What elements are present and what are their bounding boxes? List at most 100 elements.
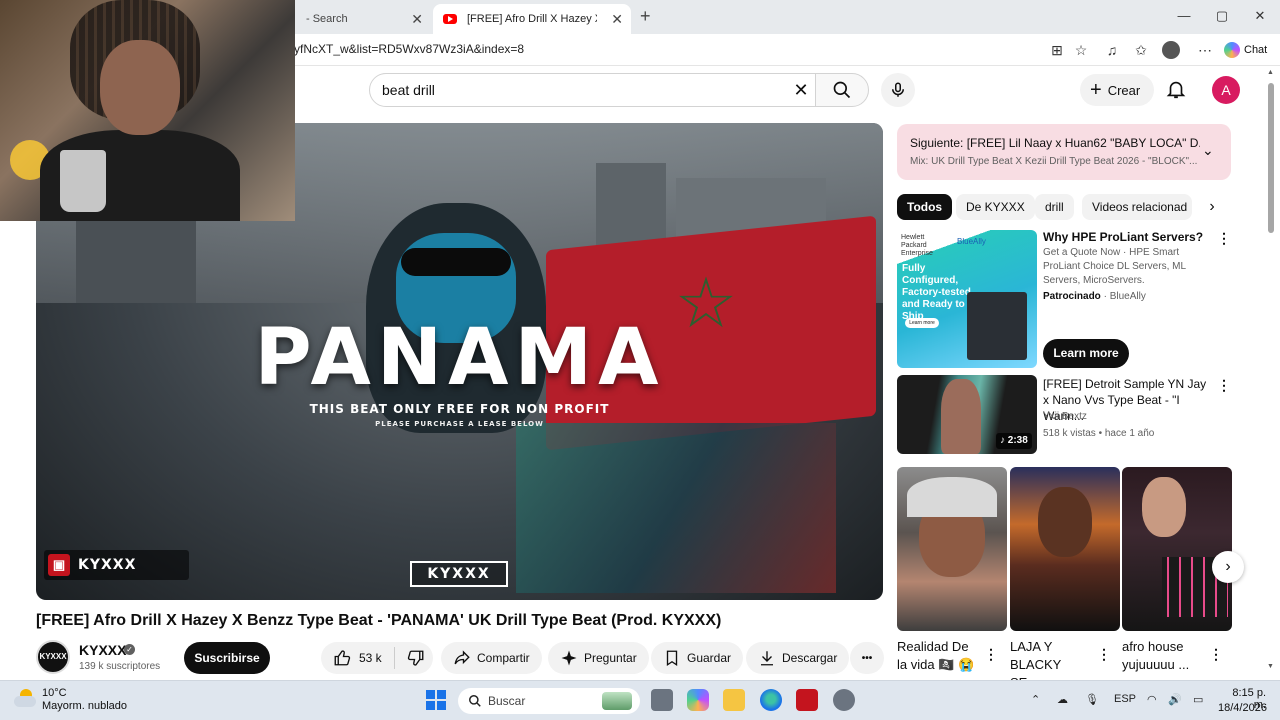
- search-button[interactable]: [815, 73, 869, 107]
- scrollbar-thumb[interactable]: [1268, 83, 1274, 233]
- chip-todos[interactable]: Todos: [897, 194, 953, 220]
- short-title[interactable]: afro house yujuuuuu ...: [1122, 638, 1204, 674]
- channel-logo-icon: ▣: [48, 554, 70, 576]
- profile-icon[interactable]: [1162, 41, 1180, 59]
- weather-temperature[interactable]: 10°C: [42, 687, 67, 699]
- volume-icon[interactable]: 🔊: [1168, 693, 1182, 706]
- weather-icon[interactable]: [14, 689, 36, 709]
- close-icon[interactable]: ✕: [790, 79, 812, 101]
- video-overlay-line: THIS BEAT ONLY FREE FOR NON PROFIT: [309, 402, 610, 416]
- battery-icon[interactable]: ▭: [1193, 693, 1203, 706]
- create-button[interactable]: + Crear: [1080, 74, 1154, 106]
- notifications-button[interactable]: [1165, 78, 1189, 102]
- ask-label: Preguntar: [584, 651, 637, 665]
- like-count: 53 k: [359, 651, 382, 665]
- search-highlight-icon: [602, 692, 632, 710]
- download-button[interactable]: Descargar: [746, 642, 850, 674]
- create-label: Crear: [1107, 82, 1141, 98]
- more-options-icon[interactable]: ⋮: [1096, 645, 1112, 663]
- tab-label: [FREE] Afro Drill X Hazey X Be: [467, 13, 597, 25]
- copilot-icon: [1224, 42, 1240, 58]
- download-icon: [761, 651, 773, 666]
- tab-youtube-video[interactable]: [FREE] Afro Drill X Hazey X Be ✕: [433, 4, 631, 34]
- edge-browser-icon[interactable]: [760, 689, 782, 711]
- cup-graphic: [60, 150, 106, 212]
- ad-sponsor-line: Patrocinado · BlueAlly: [1043, 291, 1146, 302]
- short-thumbnail[interactable]: [1010, 467, 1120, 631]
- save-label: Guardar: [687, 651, 732, 665]
- more-options-icon[interactable]: ⋮: [1216, 376, 1232, 394]
- cloud-icon[interactable]: ☁: [1057, 693, 1068, 706]
- video-overlay-subline: PLEASE PURCHASE A LEASE BELOW: [375, 420, 544, 428]
- video-channel[interactable]: Yxii Bextz: [1043, 411, 1087, 422]
- more-tools-icon[interactable]: ⋯: [1196, 41, 1214, 59]
- account-avatar[interactable]: A: [1212, 76, 1240, 104]
- taskbar-search-input[interactable]: Buscar: [458, 688, 640, 714]
- page-scrollbar[interactable]: ▲ ▼: [1266, 67, 1276, 680]
- chip-de-kyxxx[interactable]: De KYXXX: [956, 194, 1035, 220]
- mcafee-icon[interactable]: [796, 689, 818, 711]
- chip-drill[interactable]: drill: [1035, 194, 1074, 220]
- copilot-chat-button[interactable]: Chat: [1224, 42, 1267, 58]
- wifi-icon[interactable]: ◠: [1147, 693, 1157, 706]
- ad-thumbnail[interactable]: Hewlett Packard Enterprise BlueAlly Full…: [897, 230, 1037, 368]
- chevron-right-icon[interactable]: ›: [1212, 551, 1244, 583]
- apps-icon[interactable]: ⊞: [1048, 41, 1066, 59]
- ask-button[interactable]: Preguntar: [548, 642, 649, 674]
- subscribe-button[interactable]: Suscribirse: [184, 642, 270, 674]
- like-button[interactable]: 53 k: [333, 649, 382, 667]
- share-button[interactable]: Compartir: [441, 642, 542, 674]
- video-overlay-title: PANAMA: [254, 313, 665, 403]
- webcam-overlay: [0, 0, 295, 221]
- chevron-right-icon[interactable]: ›: [1202, 197, 1222, 217]
- chat-label: Chat: [1244, 44, 1268, 56]
- more-options-icon[interactable]: ⋮: [1216, 229, 1232, 247]
- more-options-icon[interactable]: ⋮: [983, 645, 999, 663]
- short-thumbnail[interactable]: [1122, 467, 1232, 631]
- video-thumbnail[interactable]: ♪ 2:38: [897, 375, 1037, 454]
- chevron-down-icon[interactable]: ⌄: [1202, 142, 1214, 159]
- more-options-icon[interactable]: ⋮: [1208, 645, 1224, 663]
- scroll-up-arrow-icon[interactable]: ▲: [1267, 69, 1274, 76]
- bookmark-icon: [666, 650, 678, 667]
- duration-text: 2:38: [1007, 435, 1028, 446]
- favorite-star-icon[interactable]: ☆: [1072, 41, 1090, 59]
- task-view-icon[interactable]: [651, 689, 673, 711]
- weather-description[interactable]: Mayorm. nublado: [42, 700, 127, 712]
- language-indicator[interactable]: ESP: [1114, 693, 1136, 705]
- search-input[interactable]: beat drill: [369, 73, 816, 107]
- tab-search[interactable]: - Search ✕: [296, 4, 431, 34]
- chevron-up-icon[interactable]: ⌃: [1031, 693, 1040, 706]
- channel-avatar[interactable]: KYXXX: [36, 640, 70, 674]
- favorites-icon[interactable]: ✩: [1132, 41, 1150, 59]
- scroll-down-arrow-icon[interactable]: ▼: [1267, 663, 1274, 670]
- short-title[interactable]: Realidad De la vida 🏴‍☠️ 😭: [897, 638, 979, 674]
- voice-search-button[interactable]: [881, 73, 915, 107]
- microphone-icon[interactable]: 🎙: [1085, 693, 1099, 706]
- close-tab-icon[interactable]: ✕: [611, 11, 623, 28]
- close-tab-icon[interactable]: ✕: [411, 11, 423, 28]
- clock-date[interactable]: 18/4/2026: [1218, 702, 1267, 714]
- windows-start-icon[interactable]: [426, 690, 446, 710]
- close-window-button[interactable]: ✕: [1250, 8, 1270, 24]
- up-next-panel[interactable]: Siguiente: [FREE] Lil Naay x Huan62 "BAB…: [897, 124, 1231, 180]
- new-tab-button[interactable]: +: [640, 6, 651, 27]
- sunglasses-graphic: [401, 248, 511, 276]
- channel-watermark[interactable]: ▣ KYXXX: [44, 550, 189, 580]
- media-control-icon[interactable]: ♫: [1103, 41, 1121, 59]
- short-thumbnail[interactable]: [897, 467, 1007, 631]
- minimize-button[interactable]: —: [1174, 8, 1194, 23]
- more-actions-button[interactable]: •••: [850, 642, 884, 674]
- save-button[interactable]: Guardar: [651, 642, 744, 674]
- dislike-button[interactable]: [401, 649, 425, 667]
- server-graphic: [967, 292, 1027, 360]
- address-bar[interactable]: yfNcXT_w&list=RD5Wxv87Wz3iA&index=8: [294, 42, 524, 56]
- app-icon[interactable]: [833, 689, 855, 711]
- copilot-app-icon[interactable]: [687, 689, 709, 711]
- file-explorer-icon[interactable]: [723, 689, 745, 711]
- chip-videos-relacionados[interactable]: Videos relacionad: [1082, 194, 1192, 220]
- learn-more-button[interactable]: Learn more: [1043, 339, 1129, 368]
- ad-title[interactable]: Why HPE ProLiant Servers?: [1043, 230, 1203, 244]
- channel-name[interactable]: KYXXX: [79, 642, 126, 658]
- maximize-button[interactable]: ▢: [1212, 8, 1232, 24]
